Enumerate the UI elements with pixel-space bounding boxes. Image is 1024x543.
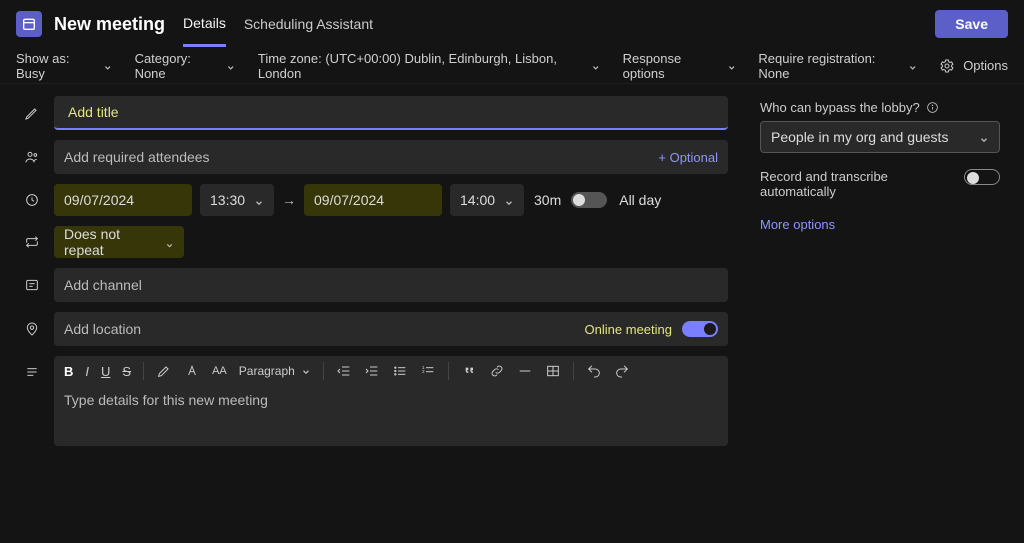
pencil-icon <box>10 105 54 121</box>
online-meeting-label: Online meeting <box>585 322 672 337</box>
end-time-dropdown[interactable]: 14:00 <box>450 184 524 216</box>
start-time-dropdown[interactable]: 13:30 <box>200 184 274 216</box>
clock-icon <box>10 192 54 208</box>
font-size-button[interactable]: AA <box>212 365 227 377</box>
location-field[interactable]: Add location Online meeting <box>54 312 728 346</box>
calendar-app-icon <box>16 11 42 37</box>
arrow-right-icon: → <box>282 192 296 208</box>
gear-icon <box>939 58 955 74</box>
page-title: New meeting <box>54 14 165 35</box>
chevron-down-icon <box>226 61 235 71</box>
online-meeting-toggle[interactable] <box>682 321 718 337</box>
more-options-link[interactable]: More options <box>760 217 1000 232</box>
quote-button[interactable] <box>461 363 477 379</box>
recurrence-dropdown[interactable]: Does not repeat <box>54 226 184 258</box>
category-label: Category: None <box>135 51 221 81</box>
font-color-button[interactable] <box>184 363 200 379</box>
info-icon[interactable] <box>926 101 939 114</box>
record-transcribe-label: Record and transcribe automatically <box>760 169 920 199</box>
location-icon <box>10 321 54 337</box>
people-icon <box>10 149 54 165</box>
details-textarea[interactable] <box>54 386 728 438</box>
chevron-down-icon <box>254 195 264 205</box>
underline-button[interactable]: U <box>101 364 110 379</box>
description-icon <box>10 356 54 380</box>
chevron-down-icon <box>301 366 311 376</box>
numbered-list-button[interactable]: 12 <box>420 363 436 379</box>
require-registration-dropdown[interactable]: Require registration: None <box>758 51 917 81</box>
response-options-dropdown[interactable]: Response options <box>623 51 737 81</box>
response-options-label: Response options <box>623 51 721 81</box>
duration-label: 30m <box>534 192 561 208</box>
toolbar-separator <box>448 362 449 380</box>
chevron-down-icon <box>165 237 174 247</box>
timezone-label: Time zone: (UTC+00:00) Dublin, Edinburgh… <box>258 51 585 81</box>
toolbar-separator <box>323 362 324 380</box>
link-button[interactable] <box>489 363 505 379</box>
tab-scheduling-assistant[interactable]: Scheduling Assistant <box>244 3 373 45</box>
all-day-label: All day <box>619 192 661 208</box>
location-placeholder: Add location <box>64 321 141 337</box>
table-button[interactable] <box>545 363 561 379</box>
chevron-down-icon <box>591 61 600 71</box>
chevron-down-icon <box>727 61 736 71</box>
details-editor: B I U S AA Paragraph 12 <box>54 356 728 446</box>
toolbar-separator <box>143 362 144 380</box>
chevron-down-icon <box>504 195 514 205</box>
lobby-label: Who can bypass the lobby? <box>760 100 1000 115</box>
channel-icon <box>10 277 54 293</box>
add-optional-link[interactable]: + Optional <box>658 150 718 165</box>
redo-button[interactable] <box>614 363 630 379</box>
save-button[interactable]: Save <box>935 10 1008 38</box>
chevron-down-icon <box>908 61 917 71</box>
paragraph-style-dropdown[interactable]: Paragraph <box>239 364 311 378</box>
toolbar-separator <box>573 362 574 380</box>
repeat-icon <box>10 234 54 250</box>
require-registration-label: Require registration: None <box>758 51 901 81</box>
lobby-bypass-dropdown[interactable]: People in my org and guests <box>760 121 1000 153</box>
show-as-dropdown[interactable]: Show as: Busy <box>16 51 113 81</box>
bullet-list-button[interactable] <box>392 363 408 379</box>
undo-button[interactable] <box>586 363 602 379</box>
chevron-down-icon <box>979 132 989 142</box>
start-date-input[interactable]: 09/07/2024 <box>54 184 192 216</box>
title-field[interactable] <box>54 96 728 130</box>
options-label: Options <box>963 58 1008 73</box>
highlight-button[interactable] <box>156 363 172 379</box>
italic-button[interactable]: I <box>85 364 89 379</box>
strikethrough-button[interactable]: S <box>122 364 131 379</box>
options-button[interactable]: Options <box>939 58 1008 74</box>
indent-button[interactable] <box>364 363 380 379</box>
svg-text:2: 2 <box>422 369 425 374</box>
outdent-button[interactable] <box>336 363 352 379</box>
channel-placeholder: Add channel <box>64 277 142 293</box>
record-transcribe-toggle[interactable] <box>964 169 1000 185</box>
chevron-down-icon <box>103 61 112 71</box>
timezone-dropdown[interactable]: Time zone: (UTC+00:00) Dublin, Edinburgh… <box>258 51 601 81</box>
attendees-placeholder: Add required attendees <box>64 149 210 165</box>
all-day-toggle[interactable] <box>571 192 607 208</box>
category-dropdown[interactable]: Category: None <box>135 51 236 81</box>
hr-button[interactable] <box>517 363 533 379</box>
channel-field[interactable]: Add channel <box>54 268 728 302</box>
attendees-field[interactable]: Add required attendees + Optional <box>54 140 728 174</box>
tab-details[interactable]: Details <box>183 2 226 47</box>
bold-button[interactable]: B <box>64 364 73 379</box>
title-input[interactable] <box>64 104 718 120</box>
show-as-label: Show as: Busy <box>16 51 97 81</box>
end-date-input[interactable]: 09/07/2024 <box>304 184 442 216</box>
